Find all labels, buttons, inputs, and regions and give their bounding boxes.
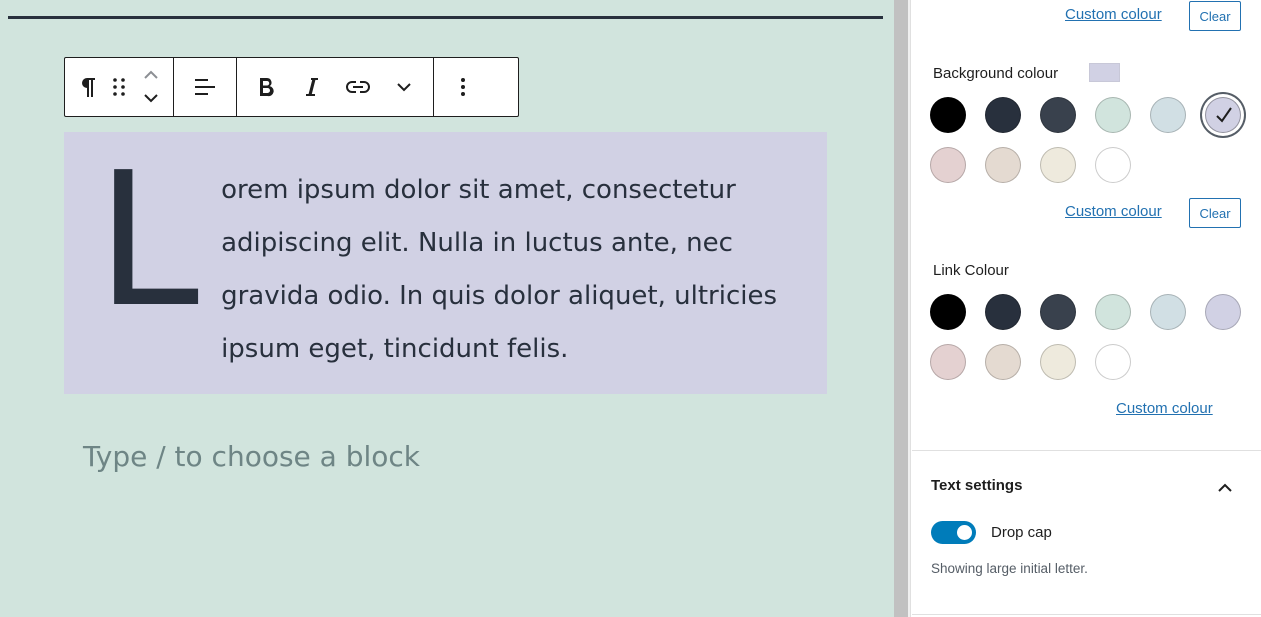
drop-cap-letter: L [96, 132, 200, 348]
background-custom-colour-button[interactable]: Custom colour [1065, 203, 1162, 220]
move-up-icon[interactable] [143, 66, 159, 84]
text-custom-colour-button[interactable]: Custom colour [1065, 6, 1162, 23]
swatch-purple[interactable] [1205, 294, 1241, 330]
move-down-icon[interactable] [143, 90, 159, 108]
swatch-white[interactable] [1095, 344, 1131, 380]
swatch-gray[interactable] [1040, 294, 1076, 330]
swatch-white[interactable] [1095, 147, 1131, 183]
block-placeholder[interactable]: Type / to choose a block [83, 440, 420, 473]
text-settings-panel: Text settings Drop cap Showing large ini… [912, 450, 1261, 615]
link-colour-label: Link Colour [933, 262, 1009, 279]
swatch-blue[interactable] [1150, 294, 1186, 330]
drag-handle-icon[interactable] [103, 64, 135, 110]
toggle-knob [957, 525, 972, 540]
text-settings-title[interactable]: Text settings [931, 477, 1022, 494]
sidebar-divider [908, 0, 911, 617]
background-colour-label: Background colour [933, 65, 1059, 82]
drop-cap-help: Showing large initial letter. [931, 561, 1088, 576]
block-mover [135, 63, 167, 111]
swatch-red[interactable] [930, 147, 966, 183]
format-group [237, 58, 434, 116]
swatch-green[interactable] [1095, 294, 1131, 330]
background-clear-button[interactable]: Clear [1189, 198, 1241, 228]
background-colour-indicator [1089, 63, 1120, 82]
paragraph-text[interactable]: L orem ipsum dolor sit amet, consectetur… [90, 132, 790, 376]
paragraph-content: orem ipsum dolor sit amet, consectetur a… [221, 175, 778, 364]
block-switcher-group [65, 58, 174, 116]
options-icon[interactable] [440, 64, 486, 110]
swatch-orange[interactable] [985, 147, 1021, 183]
swatch-blue[interactable] [1150, 97, 1186, 133]
options-group [434, 58, 492, 116]
link-custom-colour-button[interactable]: Custom colour [1116, 400, 1213, 417]
paragraph-block[interactable]: L orem ipsum dolor sit amet, consectetur… [64, 132, 827, 394]
swatch-orange[interactable] [985, 344, 1021, 380]
more-rich-text-icon[interactable] [381, 64, 427, 110]
link-swatch-row-2 [930, 344, 1131, 380]
separator-block[interactable] [8, 16, 883, 19]
italic-icon[interactable] [289, 64, 335, 110]
paragraph-icon[interactable] [71, 64, 103, 110]
block-toolbar [64, 57, 519, 117]
scrollbar[interactable] [894, 0, 908, 617]
link-icon[interactable] [335, 64, 381, 110]
swatch-yellow[interactable] [1040, 147, 1076, 183]
drop-cap-toggle[interactable] [931, 521, 976, 544]
swatch-gray[interactable] [1040, 97, 1076, 133]
background-swatch-row-2 [930, 147, 1131, 183]
swatch-black[interactable] [930, 294, 966, 330]
align-group [174, 58, 237, 116]
chevron-up-icon[interactable] [1218, 479, 1232, 496]
swatch-dark-gray[interactable] [985, 294, 1021, 330]
swatch-dark-gray[interactable] [985, 97, 1021, 133]
swatch-green[interactable] [1095, 97, 1131, 133]
bold-icon[interactable] [243, 64, 289, 110]
swatch-yellow[interactable] [1040, 344, 1076, 380]
text-clear-button[interactable]: Clear [1189, 1, 1241, 31]
check-icon [1214, 105, 1234, 129]
swatch-black[interactable] [930, 97, 966, 133]
swatch-red[interactable] [930, 344, 966, 380]
editor-canvas[interactable]: L orem ipsum dolor sit amet, consectetur… [0, 0, 894, 617]
drop-cap-label[interactable]: Drop cap [991, 524, 1052, 541]
swatch-purple[interactable] [1205, 97, 1241, 133]
settings-sidebar: Custom colour Clear Background colour Cu… [912, 0, 1261, 617]
link-swatch-row-1 [930, 294, 1241, 330]
background-swatch-row-1 [930, 97, 1241, 133]
align-left-icon[interactable] [182, 64, 228, 110]
